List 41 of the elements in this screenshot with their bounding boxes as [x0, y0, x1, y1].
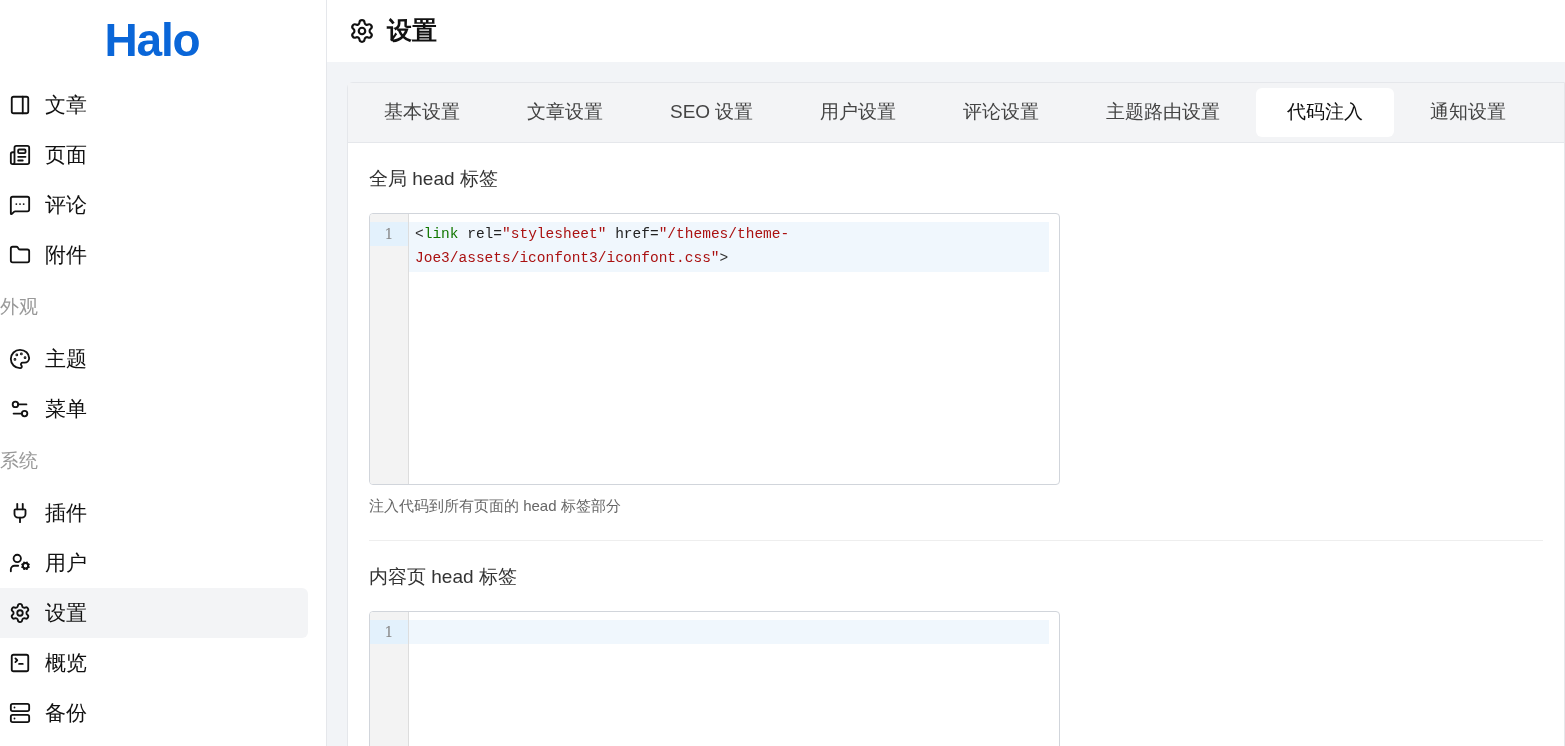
line-number: 1 [370, 222, 408, 246]
page-icon [9, 144, 31, 166]
palette-icon [9, 348, 31, 370]
sliders-icon [9, 398, 31, 420]
nav-group-title: 外观 [0, 294, 38, 319]
settings-tab[interactable]: 用户设置 [789, 88, 928, 137]
nav-item[interactable]: 页面 [0, 130, 308, 180]
nav-item[interactable]: 用户 [0, 538, 308, 588]
code-editor[interactable]: 1 <link rel="stylesheet" href="/themes/theme-Joe3/assets/iconfont3/iconfont.css"> [369, 213, 1060, 485]
nav-item[interactable]: 主题 [0, 334, 308, 384]
folder-icon [9, 244, 31, 266]
nav-item[interactable]: 附件 [0, 230, 308, 280]
settings-tab[interactable]: SEO 设置 [639, 88, 785, 137]
settings-tab[interactable]: 基本设置 [353, 88, 491, 137]
nav-item[interactable]: 文章 [0, 80, 308, 130]
nav-item[interactable]: 评论 [0, 180, 308, 230]
nav-item[interactable]: 设置 [0, 588, 308, 638]
settings-tab[interactable]: 文章设置 [496, 88, 634, 137]
nav-item[interactable]: 菜单 [0, 384, 308, 434]
settings-icon [349, 18, 375, 44]
nav-item[interactable]: 备份 [0, 688, 308, 738]
server-icon [9, 702, 31, 724]
code-line: <link rel="stylesheet" href="/themes/theme-Joe3/assets/iconfont3/iconfont.css"> [415, 225, 791, 268]
settings-tab[interactable]: 主题路由设置 [1075, 88, 1252, 137]
help-text: 注入代码到所有页面的 head 标签部分 [369, 496, 622, 516]
nav-item[interactable]: 插件 [0, 488, 308, 538]
chat-bubble-icon [9, 194, 31, 216]
page-title: 设置 [387, 15, 437, 47]
user-gear-icon [9, 552, 31, 574]
settings-icon [9, 602, 31, 624]
nav-group-title: 系统 [0, 448, 38, 473]
settings-tab[interactable]: 代码注入 [1256, 88, 1395, 137]
panel-icon [9, 94, 31, 116]
line-number: 1 [370, 619, 408, 644]
field-label: 内容页 head 标签 [369, 564, 518, 589]
settings-tab[interactable]: 通知设置 [1399, 88, 1538, 137]
halo-logo[interactable]: Halo [104, 17, 200, 63]
field-label: 全局 head 标签 [369, 167, 499, 191]
settings-tab[interactable]: 评论设置 [932, 88, 1071, 137]
terminal-icon [9, 652, 31, 674]
nav-item[interactable]: 概览 [0, 638, 308, 688]
